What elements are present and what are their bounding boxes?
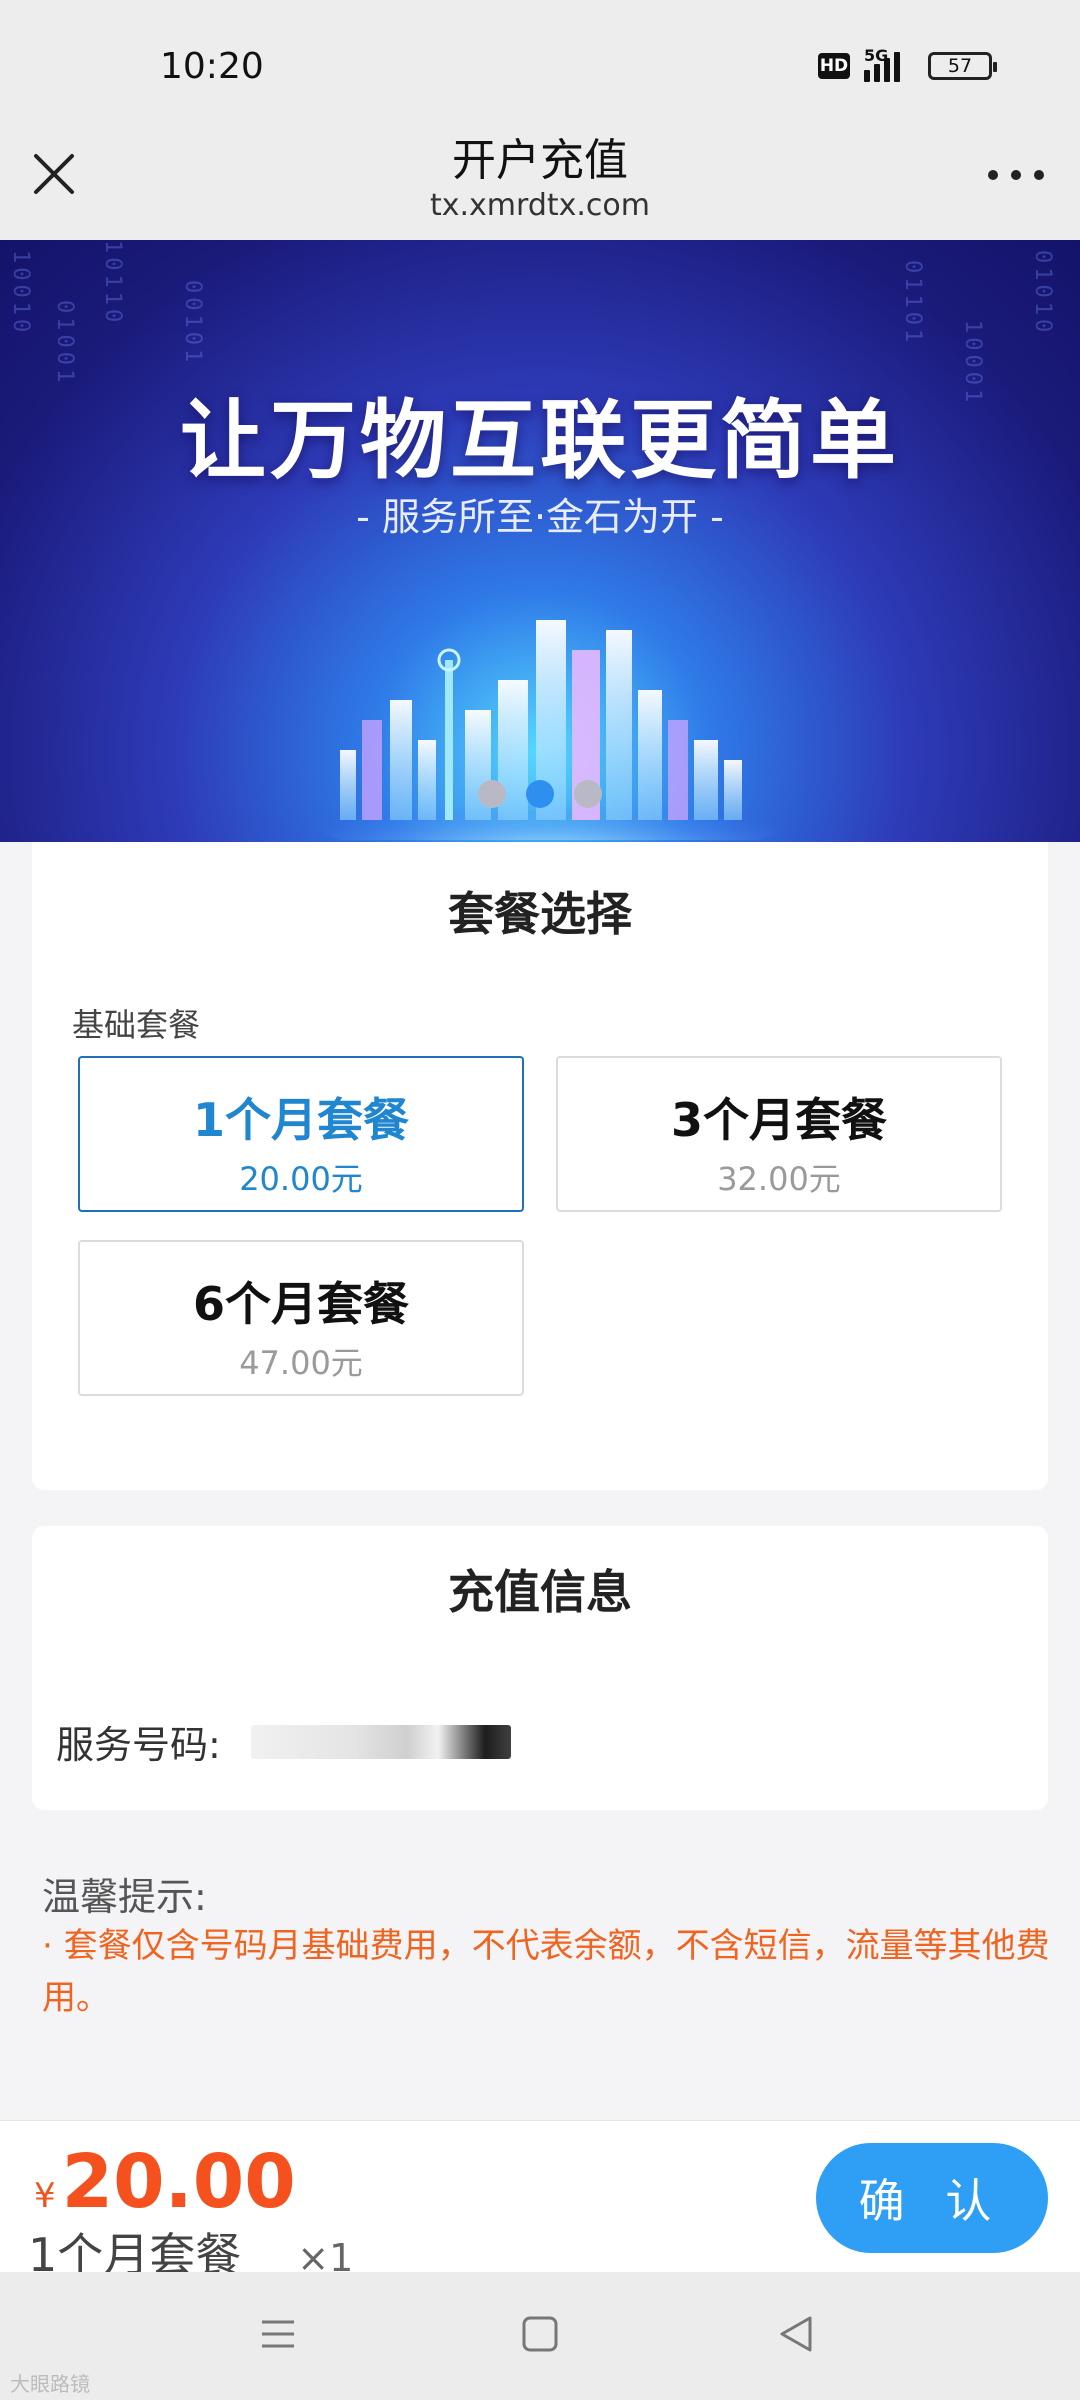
more-icon[interactable] [988,170,1044,184]
binary-decoration: 01010 [1030,250,1055,337]
package-price: 32.00元 [717,1160,841,1198]
package-option-1-month[interactable]: 1个月套餐 20.00元 [78,1056,524,1212]
battery-level: 57 [947,55,973,77]
service-number-row: 服务号码: [56,1714,511,1769]
binary-decoration: 10110 [100,240,125,327]
recharge-section-title: 充值信息 [448,1565,632,1619]
binary-decoration: 10010 [8,250,33,337]
watermark: 大眼路镜 [10,2372,90,2396]
confirm-button[interactable]: 确 认 [816,2143,1048,2253]
package-name: 3个月套餐 [670,1093,887,1147]
package-card: 套餐选择 基础套餐 1个月套餐 20.00元 3个月套餐 32.00元 6个月套… [32,842,1048,1490]
package-name: 1个月套餐 [192,1093,409,1147]
service-number-label: 服务号码: [56,1723,221,1767]
back-icon[interactable] [774,2312,818,2356]
hd-icon: HD [818,53,850,79]
service-number-value-redacted[interactable] [250,1724,511,1759]
status-time: 10:20 [160,46,264,87]
carousel-dot[interactable] [574,780,602,808]
banner-carousel[interactable]: 10010 01001 10110 00101 01101 10001 0101… [0,240,1080,842]
carousel-indicators [0,780,1080,808]
tips-text: · 套餐仅含号码月基础费用，不代表余额，不含短信，流量等其他费用。 [42,1926,1050,2018]
network-type: 5G [864,46,889,65]
banner-subtitle: - 服务所至·金石为开 - [356,495,724,539]
package-name: 6个月套餐 [192,1277,409,1331]
status-bar: 10:20 HD 5G 57 [0,0,1080,140]
carousel-dot[interactable] [478,780,506,808]
status-icons: HD 5G 57 [818,46,997,82]
total-price: ¥ 20.00 [34,2139,296,2225]
carousel-dot-active[interactable] [526,780,554,808]
package-option-3-month[interactable]: 3个月套餐 32.00元 [556,1056,1002,1212]
binary-decoration: 01101 [900,260,925,347]
menu-icon[interactable] [256,2312,300,2356]
package-option-6-month[interactable]: 6个月套餐 47.00元 [78,1240,524,1396]
package-section-title: 套餐选择 [448,887,632,941]
banner-title: 让万物互联更简单 [180,391,900,491]
package-price: 20.00元 [239,1160,363,1198]
binary-decoration: 00101 [180,280,205,367]
battery-icon: 57 [928,52,997,80]
nav-bar: 开户充值 tx.xmrdtx.com [0,135,1080,240]
page-title: 开户充值 [452,135,628,186]
page-url: tx.xmrdtx.com [429,188,650,223]
checkout-bar: ¥ 20.00 1个月套餐 ×1 确 认 [0,2120,1080,2282]
system-nav-bar [0,2272,1080,2400]
recharge-info-card: 充值信息 服务号码: [32,1526,1048,1810]
home-icon[interactable] [518,2312,562,2356]
signal-icon: 5G [864,46,914,82]
tips-title: 温馨提示: [42,1875,207,1919]
total-amount: 20.00 [61,2139,296,2225]
package-group-label: 基础套餐 [72,1006,201,1044]
package-price: 47.00元 [239,1344,363,1382]
currency-symbol: ¥ [34,2176,56,2216]
